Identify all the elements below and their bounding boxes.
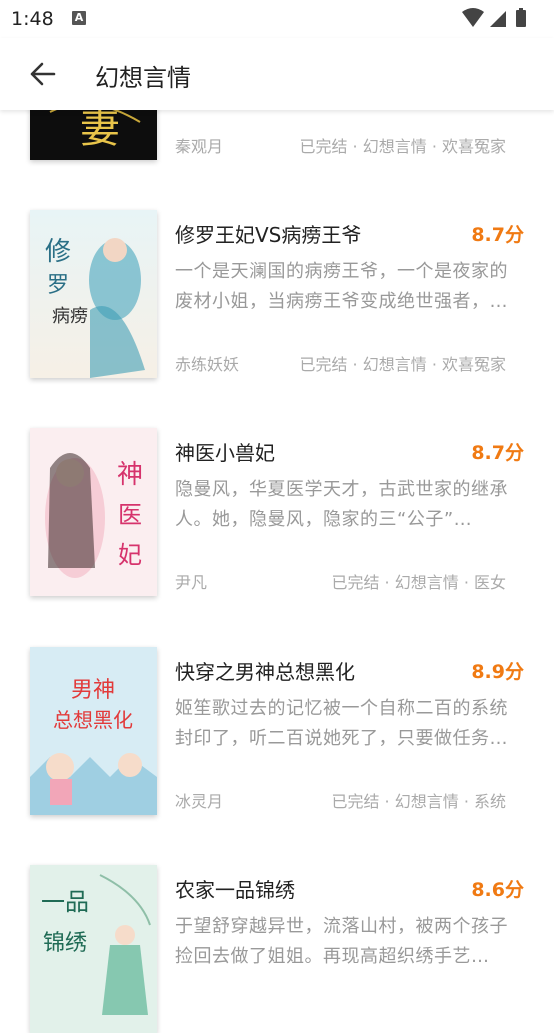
- svg-text:医: 医: [118, 501, 142, 529]
- book-meta: 已完结 · 幻想言情 · 医女: [331, 573, 506, 592]
- book-author: 尹凡: [175, 573, 208, 592]
- book-description: 一个是天澜国的病痨王爷，一个是夜家的废材小姐，当病痨王爷变成绝世强者，废材小姐变…: [175, 261, 508, 312]
- page-title: 幻想言情: [95, 64, 191, 92]
- list-item[interactable]: 一品 锦绣 农家一品锦绣 8.6分 于望舒穿越异世，流落山村，被两个孩子捡回去做…: [0, 855, 554, 1033]
- book-cover: 神 医 妃: [30, 428, 157, 596]
- notification-a-icon: A: [72, 11, 86, 25]
- battery-icon: [516, 8, 526, 27]
- app-bar: 幻想言情: [0, 38, 554, 110]
- list-item[interactable]: 男神 总想黑化 快穿之男神总想黑化 8.9分 姬笙歌过去的记忆被一个自称二百的系…: [0, 637, 554, 847]
- svg-text:病痨: 病痨: [52, 306, 88, 327]
- signal-icon: [490, 11, 506, 27]
- book-cover: 一品 锦绣: [30, 865, 157, 1033]
- status-icons: [460, 7, 540, 33]
- book-title: 快穿之男神总想黑化: [175, 660, 355, 684]
- svg-text:妃: 妃: [118, 541, 142, 569]
- book-title: 农家一品锦绣: [175, 878, 295, 902]
- svg-text:修: 修: [45, 237, 71, 267]
- book-author: 冰灵月: [175, 792, 224, 811]
- status-bar: 1:48 A: [0, 0, 554, 38]
- book-author: 秦观月: [175, 137, 224, 156]
- book-list[interactable]: 妻 秦观月 已完结 · 幻想言情 · 欢喜冤家 修 罗 病痨 修罗王妃VS病痨王…: [0, 0, 554, 1033]
- svg-text:妻: 妻: [80, 106, 120, 152]
- svg-text:罗: 罗: [47, 273, 69, 298]
- svg-text:一品: 一品: [41, 888, 89, 916]
- book-description: 于望舒穿越异世，流落山村，被两个孩子捡回去做了姐姐。再现高超织绣手艺…: [175, 916, 508, 967]
- book-rating: 8.7分: [471, 224, 524, 246]
- list-item[interactable]: 修 罗 病痨 修罗王妃VS病痨王爷 8.7分 一个是天澜国的病痨王爷，一个是夜家…: [0, 200, 554, 410]
- svg-text:总想黑化: 总想黑化: [53, 708, 133, 732]
- book-meta: 已完结 · 幻想言情 · 系统: [331, 792, 506, 811]
- book-rating: 8.6分: [471, 879, 524, 901]
- back-button[interactable]: [20, 52, 64, 96]
- book-title: 神医小兽妃: [175, 441, 275, 465]
- svg-text:神: 神: [117, 460, 143, 490]
- book-cover: 男神 总想黑化: [30, 647, 157, 815]
- status-time: 1:48: [11, 8, 54, 30]
- book-description: 隐曼风，华夏医学天才，古武世家的继承人。她，隐曼风，隐家的三“公子”…: [175, 479, 508, 530]
- book-rating: 8.7分: [471, 442, 524, 464]
- book-rating: 8.9分: [471, 661, 524, 683]
- wifi-icon: [462, 8, 484, 27]
- svg-text:男神: 男神: [71, 678, 115, 703]
- arrow-left-icon: [30, 62, 56, 86]
- list-item[interactable]: 神 医 妃 神医小兽妃 8.7分 隐曼风，华夏医学天才，古武世家的继承人。她，隐…: [0, 418, 554, 628]
- book-meta: 已完结 · 幻想言情 · 欢喜冤家: [299, 355, 506, 374]
- book-title: 修罗王妃VS病痨王爷: [175, 223, 362, 247]
- book-meta: 已完结 · 幻想言情 · 欢喜冤家: [299, 137, 506, 156]
- book-author: 赤练妖妖: [175, 355, 240, 374]
- svg-text:锦绣: 锦绣: [43, 931, 87, 956]
- book-cover: 修 罗 病痨: [30, 210, 157, 378]
- book-description: 姬笙歌过去的记忆被一个自称二百的系统封印了，听二百说她死了，只要做任务就能复活…: [175, 698, 508, 749]
